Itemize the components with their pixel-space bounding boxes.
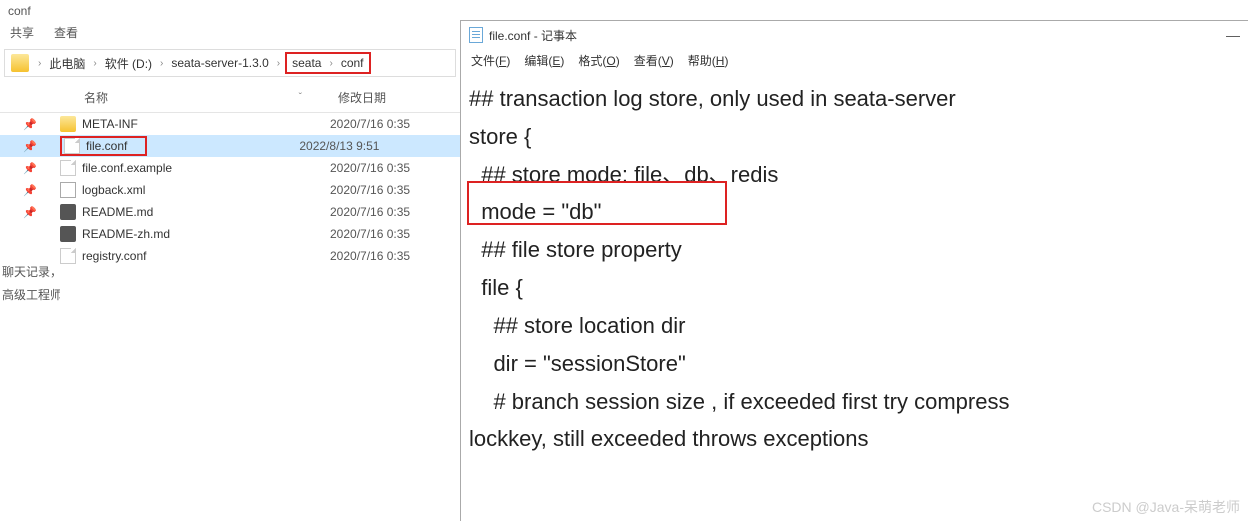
menu-view[interactable]: 查看(V) bbox=[634, 52, 674, 69]
notepad-window: file.conf - 记事本 — 文件(F) 编辑(E) 格式(O) 查看(V… bbox=[460, 20, 1248, 521]
notepad-icon bbox=[469, 27, 483, 43]
breadcrumb-highlight: seata › conf bbox=[285, 52, 370, 74]
column-date[interactable]: 修改日期 bbox=[330, 83, 394, 112]
sidebar-truncated: 聊天记录，↓ 高级工程师 bbox=[0, 260, 60, 306]
menu-file[interactable]: 文件(F) bbox=[471, 52, 510, 69]
notepad-content[interactable]: ## transaction log store, only used in s… bbox=[461, 74, 1248, 458]
notepad-title: file.conf - 记事本 bbox=[489, 27, 577, 44]
breadcrumb-item[interactable]: seata-server-1.3.0 bbox=[168, 54, 271, 72]
explorer-window: conf 共享 查看 › 此电脑 › 软件 (D:) › seata-serve… bbox=[0, 0, 460, 521]
breadcrumb-item[interactable]: 软件 (D:) bbox=[102, 53, 155, 74]
file-icon bbox=[60, 160, 76, 176]
pin-icon: 📌 bbox=[23, 140, 37, 153]
column-name[interactable]: 名称 ˇ bbox=[76, 83, 330, 112]
folder-icon bbox=[60, 116, 76, 132]
notepad-titlebar[interactable]: file.conf - 记事本 — bbox=[461, 21, 1248, 49]
tab-share[interactable]: 共享 bbox=[10, 24, 34, 41]
menu-format[interactable]: 格式(O) bbox=[578, 52, 619, 69]
file-row[interactable]: 📌 README.md 2020/7/16 0:35 bbox=[0, 201, 460, 223]
file-icon bbox=[64, 138, 80, 154]
explorer-title: conf bbox=[0, 0, 460, 22]
chevron-right-icon: › bbox=[155, 58, 168, 69]
markdown-icon bbox=[60, 204, 76, 220]
chevron-right-icon: › bbox=[272, 58, 285, 69]
pin-icon: 📌 bbox=[23, 206, 37, 219]
pin-icon: 📌 bbox=[23, 118, 37, 131]
columns-header: 名称 ˇ 修改日期 bbox=[0, 83, 460, 113]
folder-icon bbox=[11, 54, 29, 72]
breadcrumb-item[interactable]: seata bbox=[289, 54, 324, 72]
breadcrumb-item[interactable]: 此电脑 bbox=[46, 53, 88, 74]
file-row-selected[interactable]: 📌 file.conf 2022/8/13 9:51 bbox=[0, 135, 460, 157]
tab-view[interactable]: 查看 bbox=[54, 24, 78, 41]
file-highlight: file.conf bbox=[60, 136, 147, 156]
notepad-menu: 文件(F) 编辑(E) 格式(O) 查看(V) 帮助(H) bbox=[461, 49, 1248, 74]
file-icon bbox=[60, 248, 76, 264]
ribbon-tabs: 共享 查看 bbox=[0, 22, 460, 47]
sort-arrow-icon: ˇ bbox=[299, 92, 302, 103]
menu-edit[interactable]: 编辑(E) bbox=[524, 52, 564, 69]
minimize-icon[interactable]: — bbox=[1226, 27, 1240, 43]
chevron-right-icon: › bbox=[324, 58, 337, 69]
file-row[interactable]: registry.conf 2020/7/16 0:35 bbox=[0, 245, 460, 267]
chevron-right-icon: › bbox=[88, 58, 101, 69]
breadcrumb-item[interactable]: conf bbox=[338, 54, 367, 72]
file-row[interactable]: 📌 file.conf.example 2020/7/16 0:35 bbox=[0, 157, 460, 179]
chevron-right-icon: › bbox=[33, 58, 46, 69]
menu-help[interactable]: 帮助(H) bbox=[688, 52, 729, 69]
pin-icon: 📌 bbox=[23, 162, 37, 175]
file-row[interactable]: README-zh.md 2020/7/16 0:35 bbox=[0, 223, 460, 245]
markdown-icon bbox=[60, 226, 76, 242]
file-list: 📌 META-INF 2020/7/16 0:35 📌 file.conf 20… bbox=[0, 113, 460, 267]
watermark: CSDN @Java-呆萌老师 bbox=[1092, 497, 1240, 517]
xml-icon bbox=[60, 182, 76, 198]
pin-icon: 📌 bbox=[23, 184, 37, 197]
breadcrumb[interactable]: › 此电脑 › 软件 (D:) › seata-server-1.3.0 › s… bbox=[4, 49, 456, 77]
file-row[interactable]: 📌 logback.xml 2020/7/16 0:35 bbox=[0, 179, 460, 201]
file-row[interactable]: 📌 META-INF 2020/7/16 0:35 bbox=[0, 113, 460, 135]
